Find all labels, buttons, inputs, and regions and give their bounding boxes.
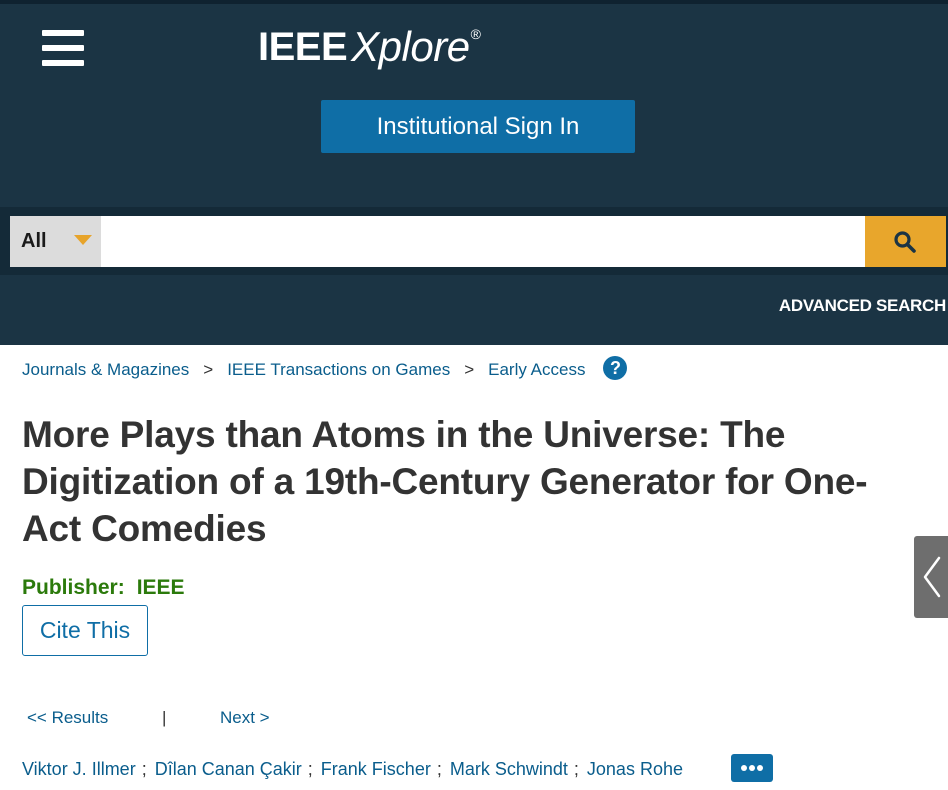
- help-question-icon[interactable]: ?: [603, 356, 628, 380]
- publisher-value: IEEE: [136, 576, 185, 599]
- search-input[interactable]: [101, 216, 865, 267]
- side-panel-toggle[interactable]: [914, 536, 948, 618]
- search-scope-dropdown[interactable]: All: [10, 216, 101, 267]
- logo-ieee-text: IEEE: [258, 25, 348, 69]
- back-to-results-link[interactable]: << Results: [27, 708, 108, 728]
- author-list: Viktor J. Illmer; Dîlan Canan Çakir; Frank…: [22, 756, 683, 782]
- search-button[interactable]: [865, 216, 946, 267]
- hamburger-menu-icon[interactable]: [42, 30, 84, 68]
- breadcrumb-separator: >: [203, 360, 214, 379]
- ellipsis-icon: [749, 765, 755, 771]
- author-link[interactable]: Viktor J. Illmer: [22, 756, 136, 782]
- menu-bar: [42, 60, 84, 66]
- magnifier-icon: [894, 231, 916, 253]
- breadcrumb-transactions-on-games[interactable]: IEEE Transactions on Games: [227, 355, 450, 385]
- site-header: IEEEXplore® Institutional Sign In All AD…: [0, 0, 948, 345]
- advanced-search-link[interactable]: ADVANCED SEARCH: [779, 296, 946, 316]
- chevron-left-icon: [923, 556, 941, 598]
- article-title: More Plays than Atoms in the Universe: T…: [22, 414, 868, 549]
- author-separator: ;: [141, 759, 147, 779]
- author-separator: ;: [307, 759, 313, 779]
- breadcrumb-journals-magazines[interactable]: Journals & Magazines: [22, 355, 189, 385]
- author-link[interactable]: Dîlan Canan Çakir: [155, 756, 302, 782]
- ellipsis-icon: [757, 765, 763, 771]
- menu-bar: [42, 45, 84, 51]
- more-authors-button[interactable]: [731, 754, 773, 782]
- publisher-label: Publisher:: [22, 576, 125, 599]
- author-link[interactable]: Jonas Rohe: [587, 756, 683, 782]
- logo-xplore-text: Xplore: [351, 23, 470, 70]
- ieee-xplore-logo[interactable]: IEEEXplore®: [258, 22, 481, 72]
- author-link[interactable]: Frank Fischer: [321, 756, 431, 782]
- header-top-border: [0, 0, 948, 4]
- breadcrumb-early-access[interactable]: Early Access: [488, 355, 585, 385]
- search-bar: All: [10, 216, 946, 267]
- cite-this-button[interactable]: Cite This: [22, 605, 148, 656]
- results-nav-divider: |: [162, 708, 167, 727]
- ellipsis-icon: [741, 765, 747, 771]
- logo-registered-mark: ®: [470, 26, 481, 42]
- author-separator: ;: [573, 759, 579, 779]
- search-scope-label: All: [21, 230, 47, 252]
- breadcrumb: Journals & Magazines > IEEE Transactions o…: [22, 355, 628, 385]
- author-link[interactable]: Mark Schwindt: [450, 756, 568, 782]
- author-separator: ;: [436, 759, 442, 779]
- breadcrumb-separator: >: [464, 360, 475, 379]
- menu-bar: [42, 30, 84, 36]
- institutional-sign-in-button[interactable]: Institutional Sign In: [321, 100, 635, 153]
- caret-down-icon: [74, 235, 92, 245]
- publisher-line: Publisher: IEEE: [22, 576, 185, 600]
- next-article-link[interactable]: Next >: [220, 708, 270, 728]
